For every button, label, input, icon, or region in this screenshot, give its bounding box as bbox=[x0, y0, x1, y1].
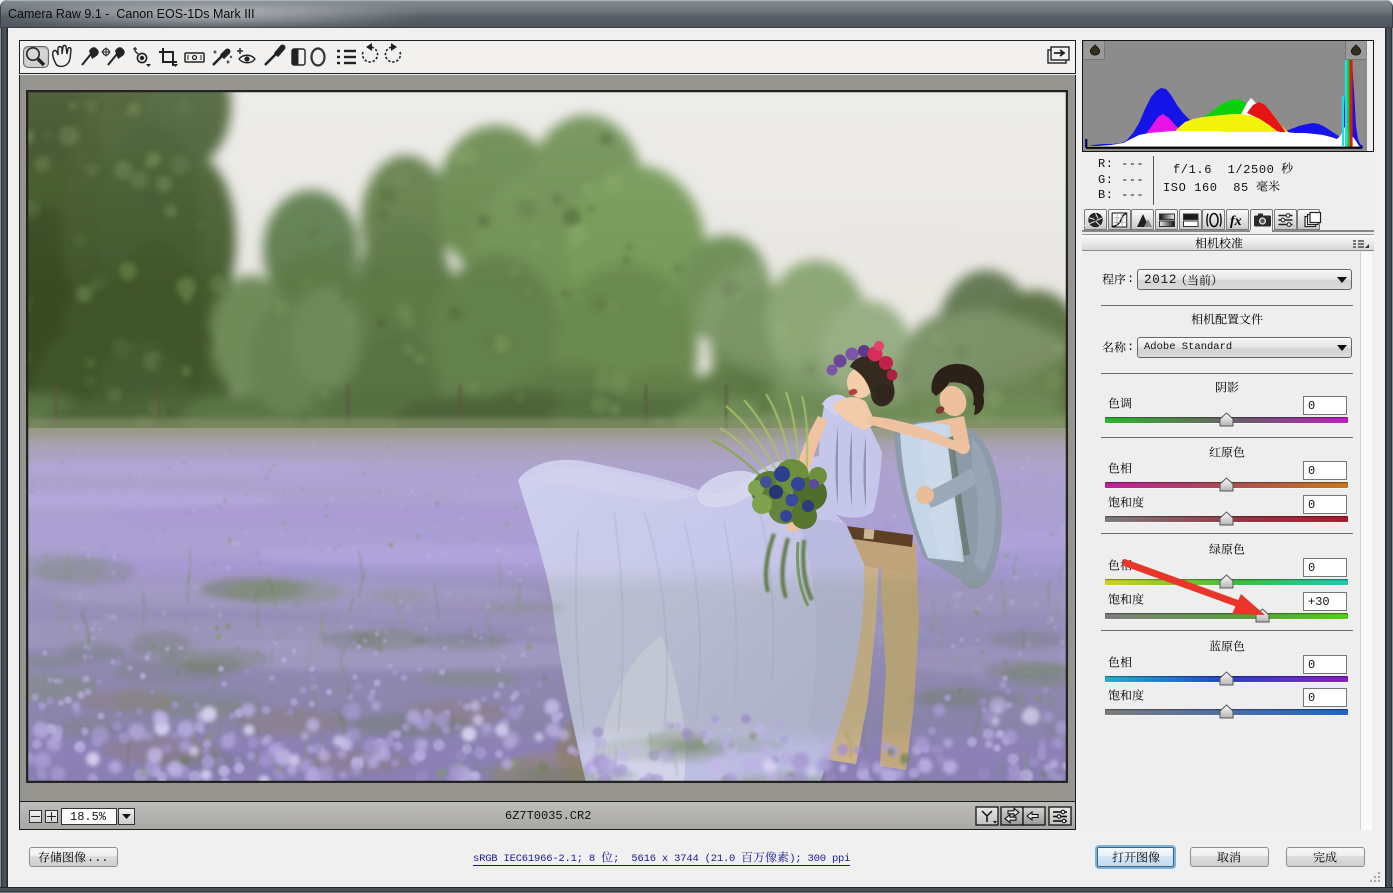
svg-text:fx: fx bbox=[1230, 214, 1242, 229]
